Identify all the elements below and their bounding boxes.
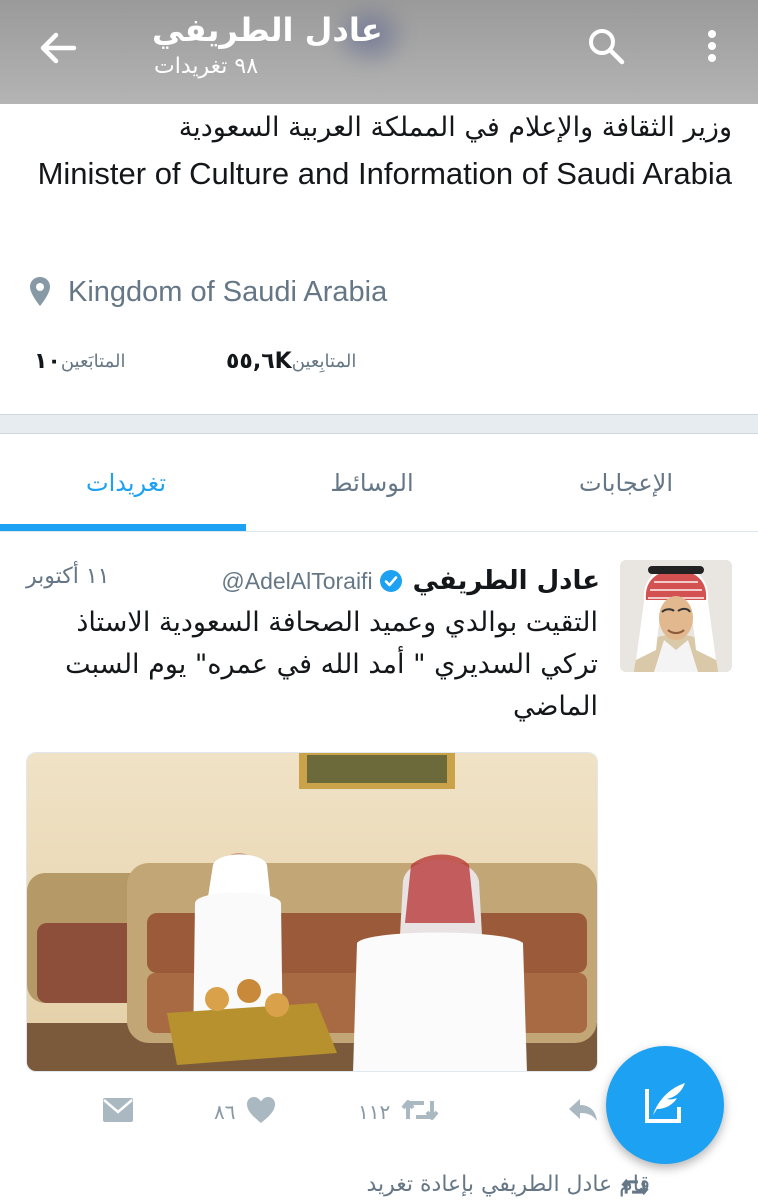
tab-tweets[interactable]: تغريدات [0,434,252,532]
compose-tweet-icon [637,1075,693,1135]
bio-english: Minister of Culture and Information of S… [37,156,732,191]
retweet-button[interactable]: ١١٢ [358,1092,440,1132]
following-count: ١٠ [34,348,61,374]
tweet-author-handle[interactable]: @AdelAlToraifi [221,568,372,595]
location-text: Kingdom of Saudi Arabia [68,275,388,308]
followers-count: ٥٥,٦K [226,348,292,374]
map-pin-icon [28,275,52,309]
heart-icon [245,1095,277,1129]
tweet-photo[interactable] [26,752,598,1072]
followers-stat[interactable]: المتابِعين ٥٥,٦K [218,344,356,378]
tweet-count: ٩٨ تغريدات [154,54,259,79]
following-label: المتابَعين [60,350,126,372]
envelope-icon [102,1097,134,1127]
profile-title-block: عادل الطريفي ٩٨ تغريدات [152,8,383,82]
tweet-header: عادل الطريفي @AdelAlToraifi [221,562,600,600]
active-tab-indicator [0,524,246,531]
reply-icon [566,1095,600,1129]
section-divider [0,414,758,434]
tab-media[interactable]: الوسائط [246,434,498,532]
verified-badge-icon [379,569,403,593]
back-arrow-icon[interactable] [36,26,80,70]
app-bar: عادل الطريفي ٩٨ تغريدات [0,0,758,104]
profile-name-title: عادل الطريفي [152,11,383,49]
retweet-count: ١١٢ [358,1100,391,1124]
tab-likes[interactable]: الإعجابات [500,434,752,532]
more-vertical-icon[interactable] [690,24,734,68]
followers-label: المتابِعين [291,350,357,372]
compose-tweet-button[interactable] [606,1046,724,1164]
reply-button[interactable] [566,1092,600,1132]
profile-location: Kingdom of Saudi Arabia [28,270,387,314]
tweet-date[interactable]: ١١ أكتوبر [26,564,110,589]
retweeted-by-text: قام عادل الطريفي بإعادة تغريد [366,1172,650,1197]
bio-arabic: وزير الثقافة والإعلام في المملكة العربية… [178,112,732,143]
following-stat[interactable]: المتابَعين ١٠ [26,344,126,378]
retweet-icon [400,1095,440,1129]
avatar[interactable] [620,560,732,672]
tweet-text: التقيت بوالدي وعميد الصحافة السعودية الا… [65,607,598,722]
profile-tabs: الإعجابات الوسائط تغريدات [0,434,758,532]
search-icon[interactable] [584,24,628,68]
like-button[interactable]: ٨٦ [214,1092,277,1132]
direct-message-button[interactable] [102,1092,134,1132]
like-count: ٨٦ [214,1100,236,1124]
tweet-author-name[interactable]: عادل الطريفي [413,566,600,596]
